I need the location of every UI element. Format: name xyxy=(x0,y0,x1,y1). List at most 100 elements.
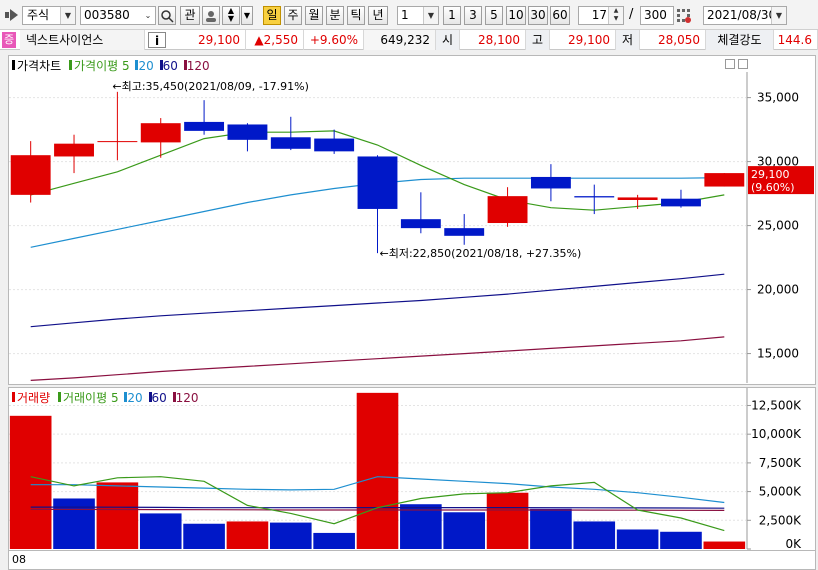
updown-button[interactable]: ▲ ▼ xyxy=(222,6,240,25)
volume-bar xyxy=(400,504,442,549)
volume-y-tick-label: 5,000K xyxy=(759,485,802,499)
candle-body xyxy=(314,138,355,152)
volume-bar xyxy=(703,541,746,549)
volume-y-tick-label: 2,500K xyxy=(759,513,802,527)
total-count-value: 300 xyxy=(644,8,667,22)
candle-body xyxy=(661,198,701,207)
volume-bar xyxy=(443,512,486,549)
volume-chart-svg: 12,500K 10,000K 7,500K 5,000K 2,500K 0K xyxy=(9,388,802,550)
volume-bar xyxy=(183,523,225,549)
open-label: 시 xyxy=(436,30,460,50)
market-select-value: 주식 xyxy=(27,8,50,22)
period-day-button[interactable]: 일 xyxy=(263,6,281,25)
price-ma120-line xyxy=(30,336,725,381)
candle-body xyxy=(184,121,225,131)
search-icon xyxy=(161,10,174,23)
date-picker[interactable]: 2021/08/30 ▼ xyxy=(703,6,787,25)
volume-y-tick-label: 7,500K xyxy=(759,456,802,470)
stepper-arrows-icon[interactable]: ▲ ▼ xyxy=(608,7,623,24)
candle-body xyxy=(574,196,615,198)
chevron-down-icon[interactable]: ▼ xyxy=(771,7,786,24)
count-stepper[interactable]: 17 ▲ ▼ xyxy=(578,6,624,25)
group-icon xyxy=(206,11,216,22)
quick-10-button[interactable]: 10 xyxy=(506,6,526,25)
trade-strength: 144.6 xyxy=(774,30,818,50)
price-y-tick-label: 25,000 xyxy=(757,219,799,233)
total-count-input[interactable]: 300 xyxy=(640,6,674,25)
chevron-down-icon[interactable]: ▼ xyxy=(60,7,75,24)
stock-name: 넥스트사이언스 xyxy=(20,30,145,50)
period-year-button[interactable]: 년 xyxy=(368,6,388,25)
volume-bar xyxy=(313,532,355,549)
candle-body xyxy=(530,176,571,189)
chevron-down-icon[interactable]: ▼ xyxy=(423,7,438,24)
search-button[interactable] xyxy=(158,6,176,25)
stock-code-input[interactable]: 003580 ⌄ xyxy=(80,6,156,25)
high-price: 29,100 xyxy=(550,30,616,50)
candle-body xyxy=(10,155,51,195)
settings-icon[interactable] xyxy=(676,8,692,24)
strength-label: 체결강도 xyxy=(706,30,774,50)
market-badge: 증 xyxy=(2,32,16,48)
volume-bar xyxy=(226,521,269,549)
volume-bar xyxy=(616,529,659,549)
volume-bar xyxy=(53,498,95,549)
trade-volume: 649,232 xyxy=(364,30,436,50)
date-value: 2021/08/30 xyxy=(707,8,777,22)
last-price-tag: 29,100 xyxy=(751,168,790,181)
volume-chart-panel: 거래량 거래이평 5 20 60 120 12,500K 10,000K 7,500… xyxy=(8,387,816,551)
quick-1-button[interactable]: 1 xyxy=(443,6,461,25)
volume-bar xyxy=(269,522,312,549)
volume-y-tick-label: 0K xyxy=(785,537,802,550)
current-price: 29,100 xyxy=(170,30,246,50)
stock-code-value: 003580 xyxy=(84,8,130,22)
chevron-down-icon[interactable]: ⌄ xyxy=(141,7,155,24)
quick-5-button[interactable]: 5 xyxy=(485,6,503,25)
price-y-tick-label: 15,000 xyxy=(757,347,799,361)
gwan-button[interactable]: 관 xyxy=(180,6,200,25)
open-price: 28,100 xyxy=(460,30,526,50)
price-ma60-line xyxy=(30,273,725,328)
candle-body xyxy=(140,123,181,143)
candle-body xyxy=(487,196,528,224)
volume-bar xyxy=(9,415,52,549)
quick-30-button[interactable]: 30 xyxy=(528,6,548,25)
candle-body xyxy=(97,141,138,143)
volume-y-tick-label: 10,000K xyxy=(751,427,802,441)
spin-button[interactable]: ▼ xyxy=(241,6,253,25)
volume-bar xyxy=(530,508,572,549)
volume-bar xyxy=(486,492,529,549)
price-change: ▲2,550 xyxy=(246,30,304,50)
period-minute-button[interactable]: 분 xyxy=(326,6,344,25)
menu-arrow-icon[interactable] xyxy=(5,9,19,21)
period-week-button[interactable]: 주 xyxy=(284,6,302,25)
market-select[interactable]: 주식 ▼ xyxy=(22,6,76,25)
interval-select[interactable]: 1 ▼ xyxy=(397,6,439,25)
high-label: 고 xyxy=(526,30,550,50)
quick-3-button[interactable]: 3 xyxy=(464,6,482,25)
period-tick-button[interactable]: 틱 xyxy=(347,6,365,25)
interval-value: 1 xyxy=(401,8,409,22)
volume-bar xyxy=(139,513,182,549)
candle-body xyxy=(617,197,658,200)
volume-y-tick-label: 12,500K xyxy=(751,398,802,412)
count-separator: / xyxy=(629,7,634,22)
price-y-tick-label: 35,000 xyxy=(757,91,799,105)
volume-bar xyxy=(96,482,139,549)
info-button[interactable]: i xyxy=(148,32,166,48)
volume-bar xyxy=(356,392,399,549)
group-button[interactable] xyxy=(202,6,220,25)
toolbar: 주식 ▼ 003580 ⌄ 관 ▲ ▼ ▼ 일 주 월 분 틱 년 1 ▼ 1 3… xyxy=(0,0,818,30)
candle-body xyxy=(227,124,268,140)
candle-body xyxy=(54,143,94,157)
count-value: 17 xyxy=(591,8,607,22)
high-annotation: ←최고:35,450(2021/08/09, -17.91%) xyxy=(112,80,309,93)
quick-60-button[interactable]: 60 xyxy=(550,6,570,25)
period-month-button[interactable]: 월 xyxy=(305,6,323,25)
x-axis-strip: 08 xyxy=(8,551,816,570)
candle-body xyxy=(444,228,485,236)
x-axis-label: 08 xyxy=(12,553,26,566)
price-chart-panel: 가격차트 가격이평 5 20 60 120 35,000 30,000 25,000… xyxy=(8,55,816,385)
low-price: 28,050 xyxy=(640,30,706,50)
candle-body xyxy=(704,173,745,187)
